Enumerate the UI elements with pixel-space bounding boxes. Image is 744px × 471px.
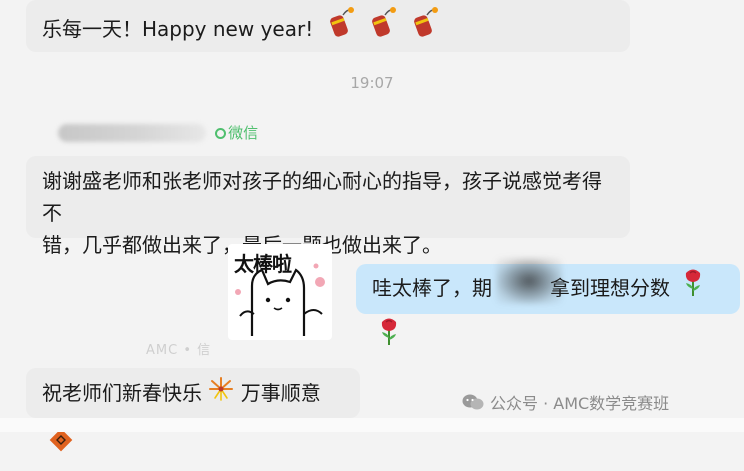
message-reply-part2: 拿到理想分数 — [550, 276, 670, 300]
message-greeting: 乐每一天！Happy new year! — [26, 0, 630, 52]
wechat-source-tag: 微信 — [215, 122, 258, 143]
firecracker-icon — [410, 6, 440, 56]
account-watermark: 公众号 · AMC数学竞赛班 — [462, 390, 669, 414]
rose-icon — [378, 315, 400, 363]
redaction-scribble — [496, 258, 562, 304]
watermark-text: 公众号 · AMC数学竞赛班 — [490, 394, 670, 413]
message-new-year: 祝老师们新春快乐 万事顺意 — [26, 368, 360, 452]
firecracker-icon — [368, 6, 398, 56]
faded-sender-tag: AMC • 信 — [146, 343, 212, 358]
blurred-sender-name — [58, 123, 206, 142]
firework-icon — [208, 370, 234, 420]
message-thanks: 谢谢盛老师和张老师对孩子的细心耐心的指导，孩子说感觉考得不 错，几乎都做出来了，… — [26, 156, 630, 257]
cartoon-cat-icon — [235, 263, 325, 336]
sender-name-row: 微信 — [58, 122, 258, 146]
message-new-year-part2: 万事顺意 — [240, 381, 321, 405]
wechat-logo-icon — [462, 393, 484, 411]
message-reply-part1: 哇太棒了，期 — [372, 276, 492, 300]
message-greeting-text: 乐每一天！Happy new year! — [42, 17, 314, 41]
rose-icon — [682, 266, 704, 314]
message-new-year-part1: 祝老师们新春快乐 — [42, 381, 202, 405]
message-timestamp: 19:07 — [350, 74, 394, 92]
wechat-source-icon — [215, 128, 227, 139]
firecracker-icon — [326, 6, 356, 56]
message-thanks-line1: 谢谢盛老师和张老师对孩子的细心耐心的指导，孩子说感觉考得不 — [42, 169, 602, 225]
sticker-image[interactable]: 太棒啦 — [228, 244, 332, 340]
chat-window: 乐每一天！Happy new year! 19:07 微信 谢谢盛老师和张老师对… — [0, 0, 744, 452]
bottom-edge — [0, 418, 744, 432]
